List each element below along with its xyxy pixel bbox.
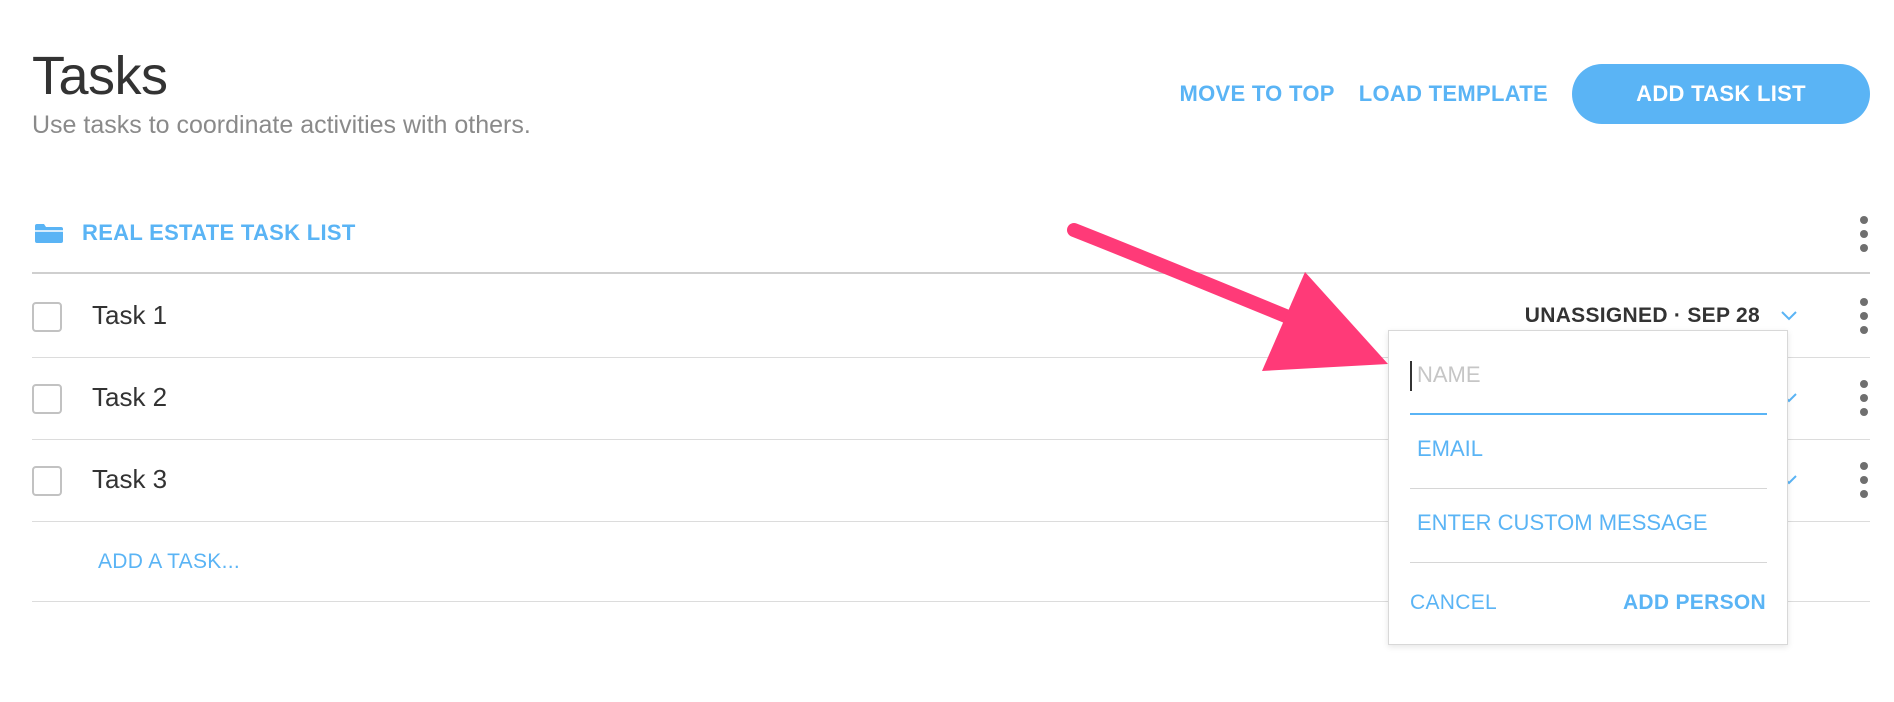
- chevron-down-icon[interactable]: [1778, 304, 1800, 326]
- assign-person-popover: CANCEL ADD PERSON: [1388, 330, 1788, 645]
- task-list-header: REAL ESTATE TASK LIST: [32, 212, 1870, 274]
- page-title: Tasks: [32, 46, 168, 106]
- task-more-icon[interactable]: [1858, 462, 1870, 498]
- popover-actions: CANCEL ADD PERSON: [1410, 591, 1766, 615]
- add-task-link[interactable]: ADD A TASK...: [98, 550, 240, 574]
- custom-message-input[interactable]: [1410, 503, 1767, 543]
- load-template-button[interactable]: LOAD TEMPLATE: [1359, 81, 1548, 107]
- custom-message-field: [1410, 489, 1767, 563]
- add-task-list-button[interactable]: ADD TASK LIST: [1572, 64, 1870, 124]
- add-person-button[interactable]: ADD PERSON: [1623, 591, 1766, 615]
- task-checkbox[interactable]: [32, 302, 62, 332]
- name-input[interactable]: [1410, 355, 1767, 395]
- cancel-button[interactable]: CANCEL: [1410, 591, 1497, 615]
- folder-icon: [35, 224, 63, 243]
- task-list-title[interactable]: REAL ESTATE TASK LIST: [82, 220, 356, 246]
- task-list-more-icon[interactable]: [1858, 216, 1870, 252]
- header-actions: MOVE TO TOP LOAD TEMPLATE ADD TASK LIST: [1179, 64, 1870, 124]
- task-assignment[interactable]: UNASSIGNED · SEP 28: [1525, 304, 1760, 328]
- task-checkbox[interactable]: [32, 466, 62, 496]
- task-more-icon[interactable]: [1858, 298, 1870, 334]
- name-field: [1410, 341, 1767, 415]
- task-checkbox[interactable]: [32, 384, 62, 414]
- task-more-icon[interactable]: [1858, 380, 1870, 416]
- page-subtitle: Use tasks to coordinate activities with …: [32, 111, 531, 139]
- email-field: [1410, 415, 1767, 489]
- task-name[interactable]: Task 3: [92, 464, 167, 495]
- email-input[interactable]: [1410, 429, 1767, 469]
- move-to-top-button[interactable]: MOVE TO TOP: [1179, 81, 1334, 107]
- task-name[interactable]: Task 2: [92, 382, 167, 413]
- task-name[interactable]: Task 1: [92, 300, 167, 331]
